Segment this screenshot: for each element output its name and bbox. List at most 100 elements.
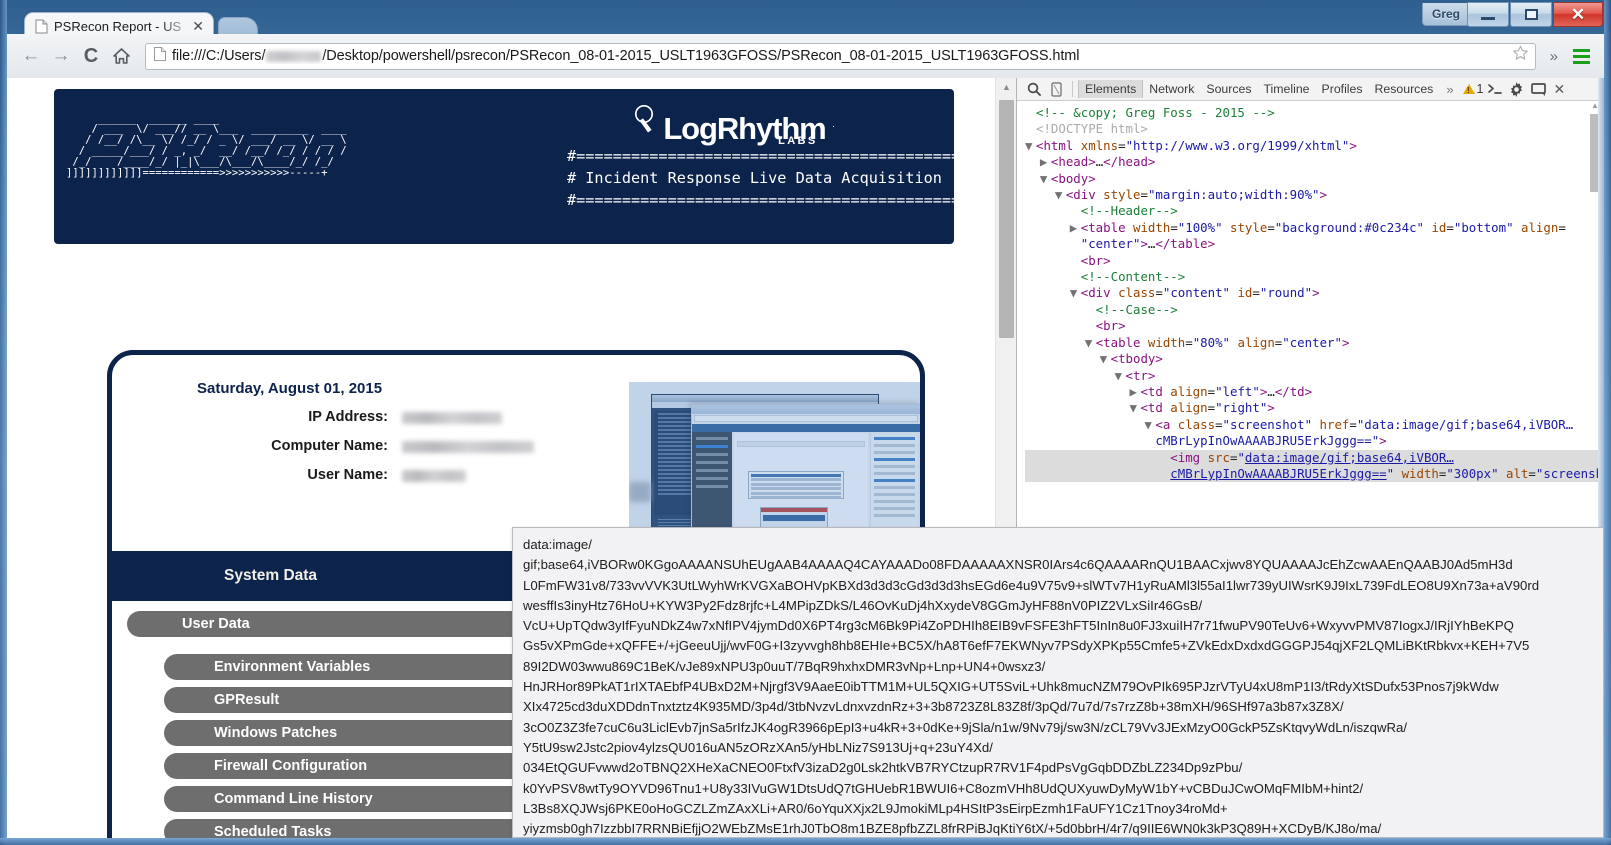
case-field-user-name: User Name:	[232, 465, 562, 486]
disclosure-triangle-icon[interactable]: ▼	[1100, 351, 1111, 367]
gear-icon[interactable]	[1506, 79, 1528, 100]
dom-tree-line[interactable]: <!--Content-->	[1025, 269, 1604, 285]
banner-line-bottom: #=======================================…	[567, 189, 949, 211]
dom-tree-line[interactable]: ▼<tr>	[1025, 368, 1604, 384]
devtools-close-icon[interactable]: ✕	[1550, 81, 1570, 98]
dom-tree-line[interactable]: ▼<table width="80%" align="center">	[1025, 335, 1604, 351]
disclosure-triangle-icon[interactable]: ▼	[1055, 187, 1066, 203]
device-toggle-icon[interactable]	[1045, 79, 1067, 100]
tab-timeline[interactable]: Timeline	[1258, 80, 1316, 98]
arrow-right-icon: →	[52, 45, 71, 67]
forward-button[interactable]: →	[47, 42, 75, 70]
case-summary-row: Saturday, August 01, 2015 IP Address: Co…	[112, 355, 920, 551]
dom-tree-line[interactable]: <br>	[1025, 253, 1604, 269]
tooltip-line: yiyzmsb0gh7IzzbbI7RRNBiEfjjO2WEbZMsE1rhJ…	[523, 819, 1593, 838]
disclosure-triangle-icon[interactable]: ▶	[1040, 154, 1051, 170]
window-edge-left	[0, 0, 7, 845]
dom-tree-line[interactable]: ▼<a class="screenshot" href="data:image/…	[1025, 417, 1604, 433]
console-prompt-icon[interactable]	[1484, 79, 1506, 100]
disclosure-triangle-icon[interactable]: ▼	[1025, 138, 1036, 154]
disclosure-triangle-icon[interactable]: ▼	[1144, 417, 1155, 433]
window-controls: ✕	[1467, 2, 1603, 27]
title-bar: PSRecon Report - US ✕ Greg ✕	[0, 0, 1611, 34]
dom-tree-line[interactable]: ▼<body>	[1025, 171, 1604, 187]
case-field-computer-name: Computer Name:	[232, 436, 562, 457]
screenshot-thumbnail-link[interactable]	[629, 382, 924, 545]
tooltip-line: Gs5vXPmGde+xQFFE+/+jGeeuUjj/wvF0G+I3zyvv…	[523, 636, 1593, 656]
warning-count: 1	[1477, 82, 1484, 96]
dom-tree-line[interactable]: "center">…</table>	[1025, 236, 1604, 252]
user-profile-chip[interactable]: Greg	[1422, 3, 1470, 26]
section-label: Scheduled Tasks	[214, 824, 331, 838]
dom-tree-line[interactable]: ▶<table width="100%" style="background:#…	[1025, 220, 1604, 236]
maximize-button[interactable]	[1510, 2, 1552, 27]
minimize-icon	[1481, 17, 1495, 20]
tab-elements[interactable]: Elements	[1078, 80, 1143, 98]
dom-tree-line[interactable]: ▶<head>…</head>	[1025, 154, 1604, 170]
reload-button[interactable]: C	[77, 42, 105, 70]
psrecon-ascii-logo: ______ ______ ____ / ___ \/ ___// __ \__…	[66, 114, 347, 179]
dom-tree-line[interactable]: <img src="data:image/gif;base64,iVBOR…	[1025, 450, 1604, 466]
address-bar-url: file:///C:/Users/ /Desktop/powershell/psr…	[172, 48, 1506, 64]
tab-close-icon[interactable]: ✕	[189, 19, 207, 33]
warning-count-button[interactable]: 1	[1463, 82, 1484, 96]
disclosure-triangle-icon[interactable]: ▼	[1129, 400, 1140, 416]
scrollbar-thumb[interactable]	[999, 100, 1014, 338]
dom-tree-line[interactable]: cMBrLypInOwAAAABJRU5ErkJggg==">	[1025, 433, 1604, 449]
dom-tree-line[interactable]: ▼<tbody>	[1025, 351, 1604, 367]
star-icon[interactable]	[1512, 45, 1529, 67]
minimize-button[interactable]	[1467, 2, 1509, 27]
scrollbar-up-arrow-icon[interactable]: ▲	[996, 78, 1016, 96]
tab-network[interactable]: Network	[1143, 80, 1200, 98]
dom-tree-line[interactable]: ▼<html xmlns="http://www.w3.org/1999/xht…	[1025, 138, 1604, 154]
tab-sources[interactable]: Sources	[1200, 80, 1257, 98]
dom-tree-line[interactable]: ▼<div class="content" id="round">	[1025, 285, 1604, 301]
dom-tree-line[interactable]: ▼<div style="margin:auto;width:90%">	[1025, 187, 1604, 203]
disclosure-triangle-icon[interactable]: ▼	[1115, 368, 1126, 384]
dom-tree-line[interactable]: ▼<td align="right">	[1025, 400, 1604, 416]
disclosure-triangle-icon[interactable]: ▼	[1040, 171, 1051, 187]
back-button[interactable]: ←	[17, 42, 45, 70]
case-field-label: User Name:	[232, 465, 402, 486]
window-close-button[interactable]: ✕	[1553, 2, 1603, 27]
tooltip-line: L0FmFW31v8/733vvVVK3UtLWyhWrKVGXaBOHVpKB…	[523, 576, 1593, 596]
disclosure-triangle-icon[interactable]: ▶	[1070, 220, 1081, 236]
report-header-banner: ______ ______ ____ / ___ \/ ___// __ \__…	[54, 89, 954, 244]
tooltip-line: Y5tU9sw2Jstc2piov4ylzsQU016uAN5zORzXAn5/…	[523, 738, 1593, 758]
case-field-label: Computer Name:	[232, 436, 402, 457]
dom-tree-line[interactable]: <br>	[1025, 318, 1604, 334]
dock-window-icon[interactable]	[1528, 79, 1550, 100]
url-suffix: /Desktop/powershell/psrecon/PSRecon_08-0…	[322, 48, 1079, 64]
dom-tree-line[interactable]: <!--Header-->	[1025, 203, 1604, 219]
home-icon	[113, 48, 130, 64]
disclosure-triangle-icon[interactable]: ▼	[1070, 285, 1081, 301]
dom-tree-line[interactable]: cMBrLypInOwAAAABJRU5ErkJggg==" width="30…	[1025, 466, 1604, 482]
reload-icon: C	[84, 45, 98, 68]
browser-window: PSRecon Report - US ✕ Greg ✕ ← → C	[0, 0, 1611, 845]
logrhythm-labs-text: LABS	[778, 125, 818, 157]
url-prefix: file:///C:/Users/	[172, 48, 265, 64]
section-label: Firewall Configuration	[214, 758, 367, 774]
dom-tree-line[interactable]: ▶<td align="left">…</td>	[1025, 384, 1604, 400]
logrhythm-wordmark: LogRhythm˙LABS	[663, 113, 825, 145]
tooltip-line: HnJRHor89PkAT1rIXTAEbfP4UBxD2M+Njrgf3V9A…	[523, 677, 1593, 697]
tab-resources[interactable]: Resources	[1369, 80, 1440, 98]
inspect-element-icon[interactable]	[1023, 79, 1045, 100]
case-field-value-redacted	[402, 412, 502, 424]
toolbar-overflow-button[interactable]: »	[1542, 48, 1566, 65]
tooltip-line: L3Bs8XQJWsj6PKE0oHoGCZLZmZAxXLi+AR0/6oYq…	[523, 799, 1593, 819]
dom-tree-line[interactable]: <!DOCTYPE html>	[1025, 121, 1604, 137]
address-bar[interactable]: file:///C:/Users/ /Desktop/powershell/psr…	[145, 43, 1536, 70]
tab-profiles[interactable]: Profiles	[1316, 80, 1369, 98]
devtools-tab-overflow-button[interactable]: »	[1439, 82, 1460, 97]
hamburger-menu-icon[interactable]	[1568, 43, 1594, 69]
tooltip-line: 3cO0Z3Z3fe7cuC6u3LiclEvb7jnSa5rIfzJK4ogR…	[523, 718, 1593, 738]
home-button[interactable]	[107, 42, 135, 70]
case-field-ip: IP Address:	[232, 407, 562, 428]
dom-tree-line[interactable]: <!-- &copy; Greg Foss - 2015 -->	[1025, 105, 1604, 121]
disclosure-triangle-icon[interactable]: ▶	[1129, 384, 1140, 400]
devtools-toolbar: Elements Network Sources Timeline Profil…	[1017, 78, 1604, 101]
case-field-label: IP Address:	[232, 407, 402, 428]
disclosure-triangle-icon[interactable]: ▼	[1085, 335, 1096, 351]
dom-tree-line[interactable]: <!--Case-->	[1025, 302, 1604, 318]
